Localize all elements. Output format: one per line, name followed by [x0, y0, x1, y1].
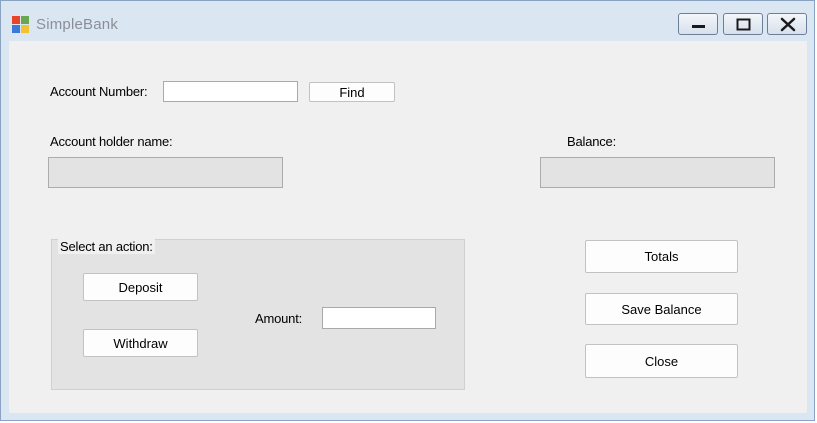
- app-window: SimpleBank Account Number: Find Account …: [0, 0, 815, 421]
- minimize-icon: [692, 25, 705, 28]
- deposit-button[interactable]: Deposit: [83, 273, 198, 301]
- maximize-button[interactable]: [723, 13, 763, 35]
- find-button[interactable]: Find: [309, 82, 395, 102]
- action-groupbox: Select an action: Deposit Withdraw Amoun…: [51, 239, 465, 390]
- title-bar[interactable]: SimpleBank: [1, 1, 814, 41]
- close-button[interactable]: Close: [585, 344, 738, 378]
- close-icon: [780, 17, 796, 32]
- balance-label: Balance:: [567, 134, 616, 149]
- holder-name-label: Account holder name:: [50, 134, 173, 149]
- account-number-label: Account Number:: [50, 84, 148, 99]
- account-number-input[interactable]: [163, 81, 298, 102]
- minimize-button[interactable]: [678, 13, 718, 35]
- holder-name-field[interactable]: [48, 157, 283, 188]
- amount-label: Amount:: [255, 311, 303, 326]
- balance-field[interactable]: [540, 157, 775, 188]
- maximize-icon: [736, 18, 751, 31]
- window-title: SimpleBank: [36, 16, 119, 33]
- app-icon: [12, 16, 29, 33]
- totals-button[interactable]: Totals: [585, 240, 738, 273]
- withdraw-button[interactable]: Withdraw: [83, 329, 198, 357]
- save-balance-button[interactable]: Save Balance: [585, 293, 738, 325]
- action-group-title: Select an action:: [58, 239, 155, 254]
- form-client-area: Account Number: Find Account holder name…: [9, 41, 807, 413]
- close-window-button[interactable]: [767, 13, 807, 35]
- amount-input[interactable]: [322, 307, 436, 329]
